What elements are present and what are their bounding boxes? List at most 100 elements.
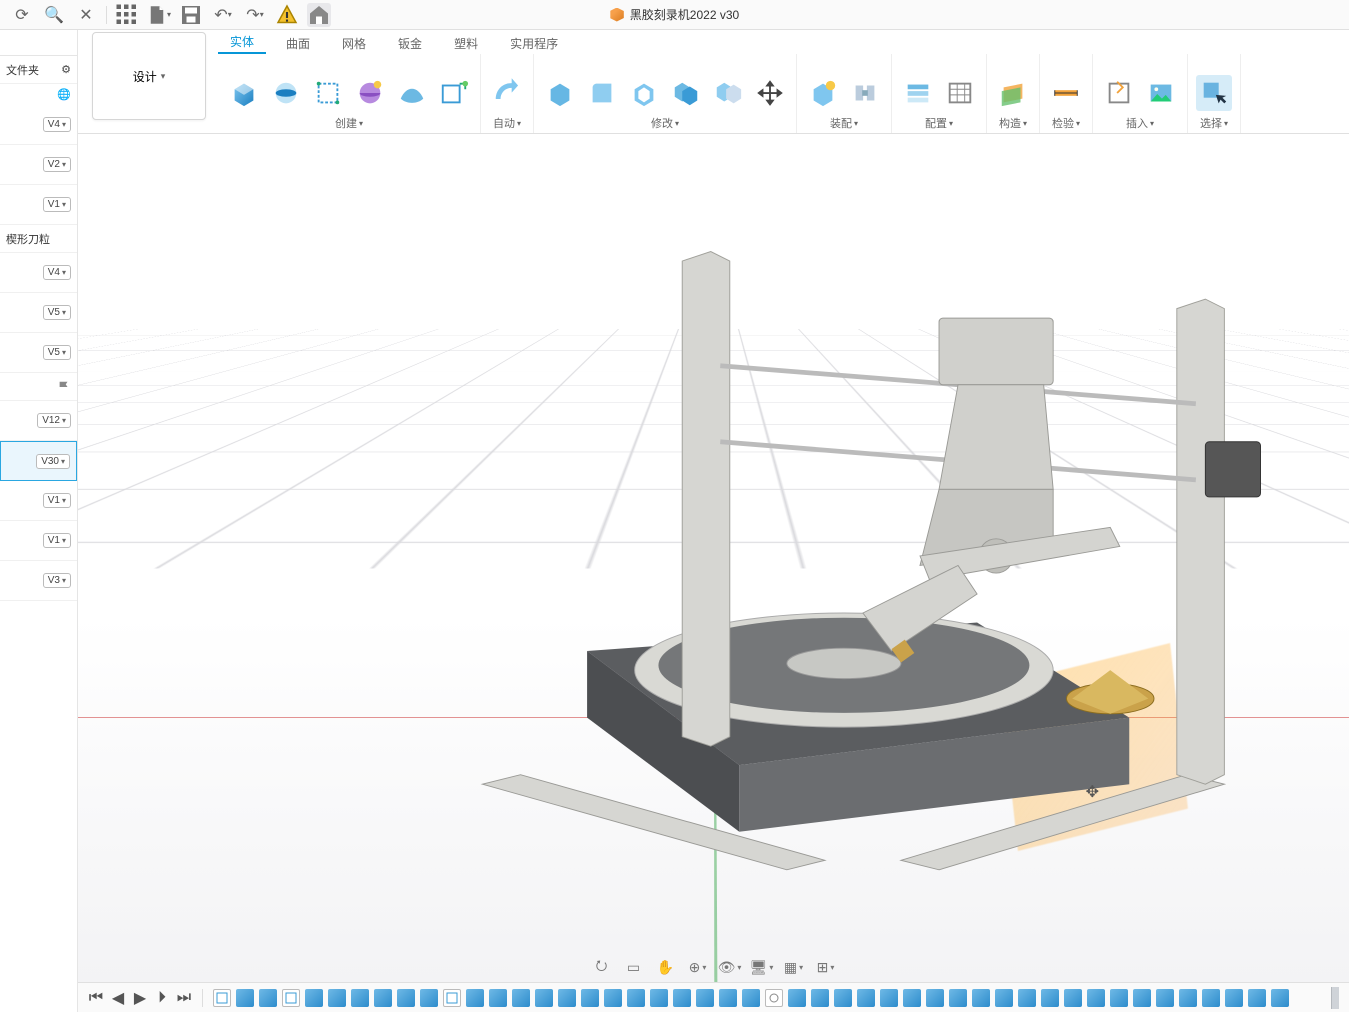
extrude-button[interactable]	[226, 75, 262, 111]
tab-mesh[interactable]: 网格	[330, 32, 378, 54]
timeline-feature-body[interactable]	[834, 989, 852, 1007]
new-component-button[interactable]	[805, 75, 841, 111]
display-button[interactable]: 🖥	[751, 956, 773, 978]
timeline-feature-body[interactable]	[1133, 989, 1151, 1007]
combine-button[interactable]	[668, 75, 704, 111]
timeline-feature-sketch[interactable]	[213, 989, 231, 1007]
timeline-feature-body[interactable]	[1064, 989, 1082, 1007]
search-icon[interactable]: 🔍	[42, 3, 66, 27]
lookat-button[interactable]: 👁	[719, 956, 741, 978]
table-button[interactable]	[942, 75, 978, 111]
browser-item[interactable]: V1	[0, 521, 77, 561]
timeline-feature-sketch[interactable]	[282, 989, 300, 1007]
plane-button[interactable]	[995, 75, 1031, 111]
timeline-items[interactable]	[213, 989, 1325, 1007]
undo-icon[interactable]: ↶▾	[211, 3, 235, 27]
grid-button[interactable]: ▦	[783, 956, 805, 978]
timeline-feature-body[interactable]	[466, 989, 484, 1007]
version-chip[interactable]: V1	[43, 197, 71, 212]
browser-item[interactable]: V12	[0, 401, 77, 441]
timeline-feature-body[interactable]	[949, 989, 967, 1007]
save-icon[interactable]	[179, 3, 203, 27]
timeline-first-button[interactable]: ⏮	[88, 990, 104, 1006]
browser-item[interactable]: V4	[0, 105, 77, 145]
version-chip[interactable]: V4	[43, 117, 71, 132]
tab-plastic[interactable]: 塑料	[442, 32, 490, 54]
browser-item[interactable]: V1	[0, 481, 77, 521]
timeline-last-button[interactable]: ⏭	[176, 990, 192, 1006]
browser-item-labeled[interactable]: 楔形刀粒	[0, 225, 77, 253]
timeline-feature-body[interactable]	[1202, 989, 1220, 1007]
tab-utilities[interactable]: 实用程序	[498, 32, 570, 54]
design-dropdown[interactable]: 设计	[92, 32, 206, 120]
revolve-button[interactable]	[268, 75, 304, 111]
fit-button[interactable]: ▭	[623, 956, 645, 978]
ribbon-label-inspect[interactable]: 检验	[1052, 115, 1080, 131]
globe-icon[interactable]: 🌐	[57, 88, 71, 101]
timeline-feature-body[interactable]	[305, 989, 323, 1007]
timeline-feature-body[interactable]	[1018, 989, 1036, 1007]
browser-item[interactable]: V5	[0, 333, 77, 373]
ribbon-label-construct[interactable]: 构造	[999, 115, 1027, 131]
timeline-feature-body[interactable]	[604, 989, 622, 1007]
timeline-feature-body[interactable]	[673, 989, 691, 1007]
timeline-feature-body[interactable]	[351, 989, 369, 1007]
version-chip[interactable]: V2	[43, 157, 71, 172]
timeline-feature-body[interactable]	[811, 989, 829, 1007]
timeline-feature-body[interactable]	[1179, 989, 1197, 1007]
ribbon-label-select[interactable]: 选择	[1200, 115, 1228, 131]
version-chip[interactable]: V3	[43, 573, 71, 588]
orbit-button[interactable]: ⭮	[591, 956, 613, 978]
ribbon-label-modify[interactable]: 修改	[651, 115, 679, 131]
insert-derive-button[interactable]	[1101, 75, 1137, 111]
shell-button[interactable]	[626, 75, 662, 111]
timeline-feature-body[interactable]	[1041, 989, 1059, 1007]
timeline-feature-body[interactable]	[972, 989, 990, 1007]
timeline-feature-body[interactable]	[1087, 989, 1105, 1007]
move-button[interactable]	[752, 75, 788, 111]
timeline-feature-body[interactable]	[880, 989, 898, 1007]
version-chip[interactable]: V4	[43, 265, 71, 280]
timeline-prev-button[interactable]: ◀	[110, 990, 126, 1006]
browser-item[interactable]: V2	[0, 145, 77, 185]
zoom-button[interactable]: ⊕	[687, 956, 709, 978]
split-button[interactable]	[710, 75, 746, 111]
browser-item[interactable]: V4	[0, 253, 77, 293]
timeline-feature-body[interactable]	[1156, 989, 1174, 1007]
browser-item-flag[interactable]	[0, 373, 77, 401]
timeline-feature-body[interactable]	[788, 989, 806, 1007]
version-chip[interactable]: V1	[43, 533, 71, 548]
timeline-feature-body[interactable]	[1110, 989, 1128, 1007]
timeline-feature-body[interactable]	[696, 989, 714, 1007]
timeline-feature-body[interactable]	[857, 989, 875, 1007]
ribbon-label-insert[interactable]: 插入	[1126, 115, 1154, 131]
timeline-feature-body[interactable]	[236, 989, 254, 1007]
ribbon-label-configure[interactable]: 配置	[925, 115, 953, 131]
timeline-feature-body[interactable]	[627, 989, 645, 1007]
tab-sheetmetal[interactable]: 钣金	[386, 32, 434, 54]
timeline-feature-body[interactable]	[719, 989, 737, 1007]
timeline-feature-body[interactable]	[558, 989, 576, 1007]
timeline-feature-body[interactable]	[995, 989, 1013, 1007]
timeline-feature-body[interactable]	[650, 989, 668, 1007]
browser-item[interactable]: V5	[0, 293, 77, 333]
timeline-feature-body[interactable]	[512, 989, 530, 1007]
version-chip[interactable]: V12	[37, 413, 71, 428]
select-button[interactable]	[1196, 75, 1232, 111]
sketch-button[interactable]	[310, 75, 346, 111]
timeline-feature-body[interactable]	[259, 989, 277, 1007]
insert-image-button[interactable]	[1143, 75, 1179, 111]
tab-solid[interactable]: 实体	[218, 30, 266, 54]
timeline-feature-body[interactable]	[397, 989, 415, 1007]
version-chip[interactable]: V5	[43, 305, 71, 320]
ribbon-label-create[interactable]: 创建	[335, 115, 363, 131]
viewport-canvas[interactable]: ✥ ⭮ ▭ ✋ ⊕ 👁 🖥 ▦ ⊞ ⏮ ◀ ▶ ⏵ ⏭	[78, 134, 1349, 1012]
timeline-scroll-right[interactable]	[1331, 987, 1339, 1009]
version-chip[interactable]: V30	[36, 454, 70, 469]
measure-button[interactable]	[1048, 75, 1084, 111]
derive-button[interactable]	[436, 75, 472, 111]
timeline-play-button[interactable]: ▶	[132, 990, 148, 1006]
timeline-feature-body[interactable]	[420, 989, 438, 1007]
close-icon[interactable]: ✕	[74, 3, 98, 27]
timeline-feature-body[interactable]	[903, 989, 921, 1007]
